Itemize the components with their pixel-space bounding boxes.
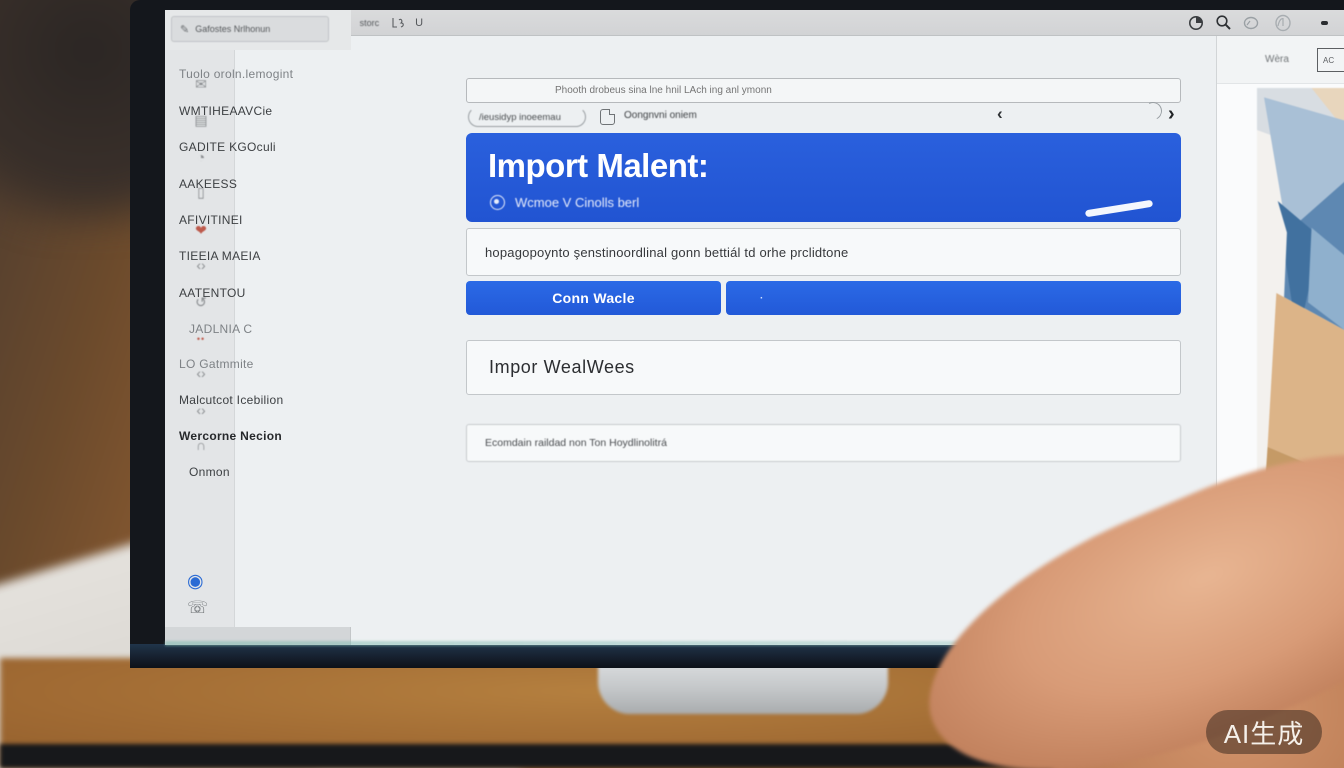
sidebar-item[interactable]: Onmon	[189, 465, 354, 479]
chat-scribble-icon[interactable]	[1243, 15, 1261, 31]
sidebar-item[interactable]: Malcutcot Icebilion	[179, 393, 344, 407]
tab-pill[interactable]: /ieusidyp inoeemau	[468, 107, 586, 127]
connect-button[interactable]: Conn Wacle	[466, 281, 721, 315]
banner-dash-decoration	[1085, 200, 1153, 218]
note-box: Ecomdain raildad non Ton Hoydlinolitrá	[466, 424, 1181, 462]
menu-item-store[interactable]: storc	[360, 18, 380, 28]
right-panel-cut-field[interactable]: AC	[1317, 48, 1344, 72]
button-row: Conn Wacle ·	[466, 281, 1181, 315]
document-icon[interactable]	[600, 109, 615, 125]
sidebar-header[interactable]: ✎ Gafostes Nrlhonun	[171, 16, 329, 42]
toggle-icon[interactable]: ◉	[187, 570, 204, 593]
main-content: /ieusidyp inoeemau Oongnvni oniem ‹ › Im…	[466, 36, 1181, 627]
banner-title: Import Malent:	[488, 147, 708, 185]
monitor-stand	[598, 660, 888, 714]
search-icon[interactable]	[1215, 14, 1232, 31]
search-input[interactable]	[466, 78, 1181, 103]
back-arrow-icon[interactable]: ‹	[997, 104, 1003, 124]
forward-arrow-icon[interactable]: ›	[1168, 103, 1175, 126]
sidebar-item[interactable]: GADITE KGOculi	[179, 140, 344, 154]
tab-pill-label: /ieusidyp inoeemau	[479, 112, 561, 123]
globe-icon	[490, 195, 505, 210]
banner-subtitle: Wcmoe V Cinolls berl	[515, 195, 639, 210]
menu-item-u[interactable]: U	[415, 17, 423, 29]
sidebar-item[interactable]: TIEEIA MAEIA	[179, 249, 344, 263]
secondary-button[interactable]: ·	[726, 281, 1181, 315]
sidebar-item[interactable]: AFIVITINEI	[179, 213, 344, 227]
arc-icon	[1142, 100, 1165, 123]
sidebar-item[interactable]: AATENTOU	[179, 286, 344, 300]
tab-row: /ieusidyp inoeemau Oongnvni oniem ‹ ›	[466, 104, 1181, 129]
bracket-icon[interactable]	[391, 16, 405, 29]
right-panel-header: Wèra AC	[1217, 36, 1344, 84]
sidebar-item[interactable]: WMTIHEAAVCie	[179, 104, 344, 118]
info-box: hopagopoynto şenstinoordlinal gonn betti…	[466, 228, 1181, 276]
right-panel-title: Wèra	[1265, 54, 1289, 65]
sidebar-item[interactable]: AAKEESS	[179, 177, 344, 191]
sidebar-top: ✎ Gafostes Nrlhonun	[165, 10, 351, 50]
import-banner: Import Malent: Wcmoe V Cinolls berl	[466, 133, 1181, 222]
sidebar-item[interactable]: Tuolo oroln.lemogint	[179, 67, 344, 81]
import-section-box[interactable]: Impor WealWees	[466, 340, 1181, 395]
sidebar-header-label: Gafostes Nrlhonun	[195, 24, 270, 34]
sidebar-item[interactable]: Wercorne Necion	[179, 429, 344, 443]
hand-scribble-icon[interactable]	[1272, 14, 1292, 32]
sidebar-item[interactable]: JADLNIA C	[189, 322, 354, 336]
tab-doc-label[interactable]: Oongnvni oniem	[624, 110, 697, 121]
pen-icon: ✎	[180, 23, 189, 36]
sidebar-item[interactable]: LO Gatmmite	[179, 357, 344, 371]
banner-subtitle-row: Wcmoe V Cinolls berl	[490, 195, 639, 210]
phone-icon[interactable]: ☏	[187, 598, 208, 618]
ai-watermark: AI生成	[1206, 710, 1322, 754]
pie-icon[interactable]	[1188, 15, 1204, 31]
window-control-dot[interactable]	[1321, 21, 1328, 25]
